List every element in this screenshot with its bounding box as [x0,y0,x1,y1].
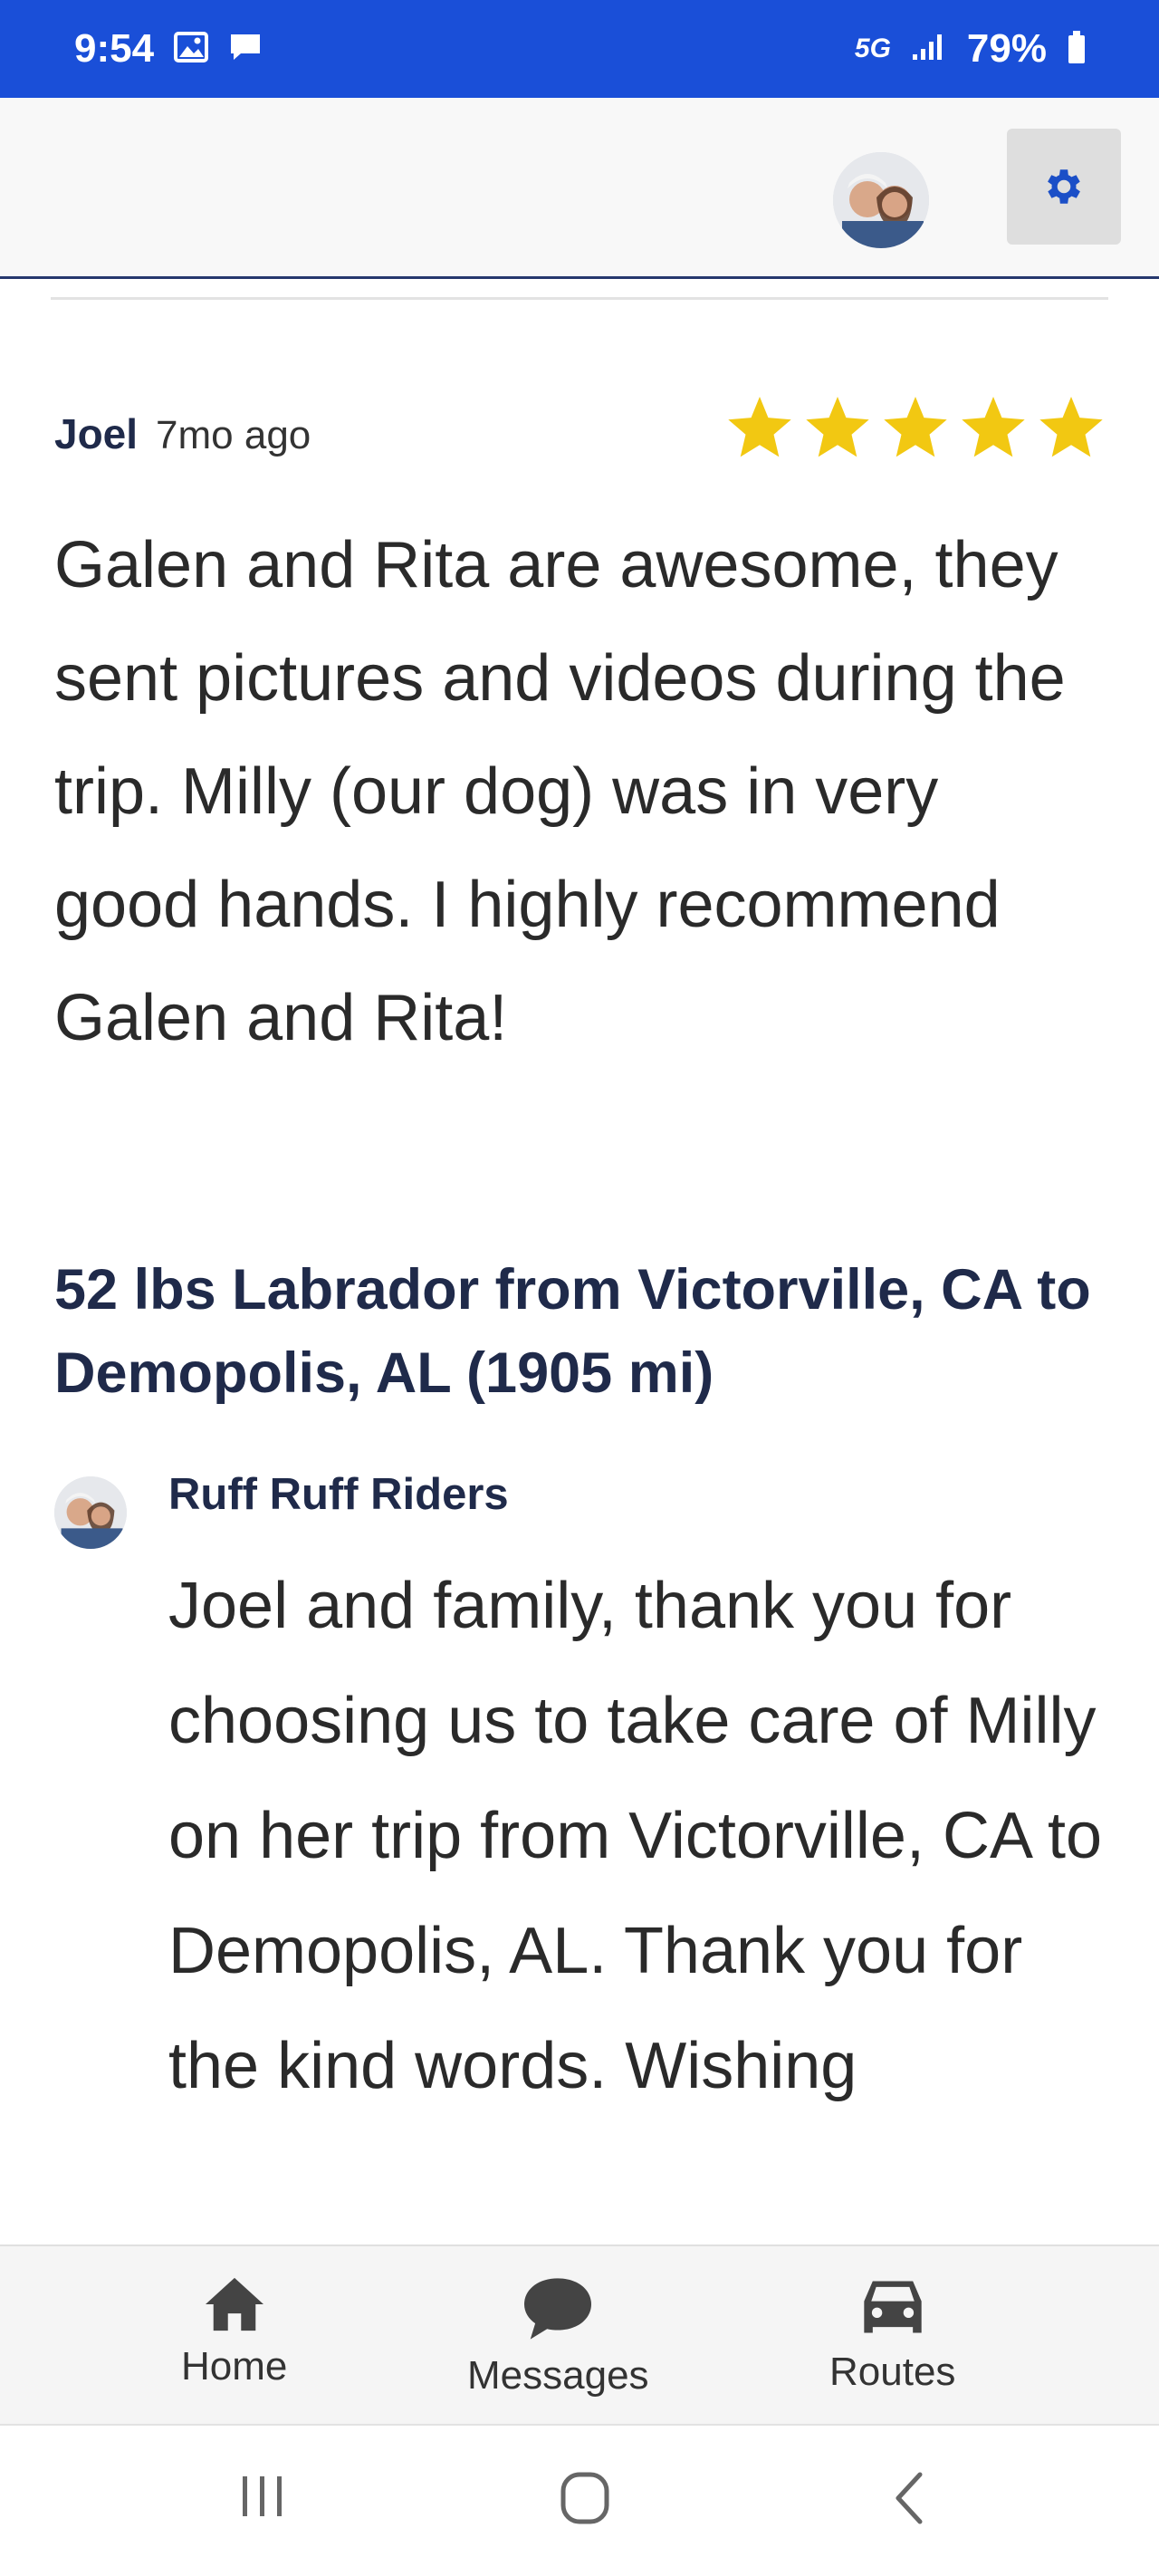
recent-apps-icon [243,2476,282,2516]
status-bar: 9:54 5G 79% [0,0,1159,98]
gear-icon [1048,169,1080,204]
reply-text: Joel and family, thank you for choosing … [168,1570,1103,2102]
status-time: 9:54 [74,26,155,71]
nav-messages[interactable]: Messages [467,2275,649,2398]
status-left: 9:54 [74,26,263,72]
star-icon [884,397,947,457]
review-timestamp: 7mo ago [156,413,311,457]
app-header [0,98,1159,279]
gallery-notification-icon [174,31,209,67]
star-icon [728,397,791,457]
nav-routes-label: Routes [829,2350,956,2394]
nav-routes[interactable]: Routes [829,2275,955,2395]
system-back-button[interactable] [887,2469,933,2532]
route-title[interactable]: 52 lbs Labrador from Victorville, CA to … [54,1248,1096,1415]
star-rating [726,397,1105,460]
home-icon [205,2277,263,2331]
review-meta: Joel 7mo ago [54,409,311,458]
chat-bubble-icon [524,2278,592,2340]
home-circle-icon [560,2472,609,2524]
system-nav-bar [0,2424,1159,2576]
battery-icon [1067,30,1087,69]
star-icon [962,397,1025,457]
star-icon [1039,397,1103,457]
bottom-nav: Home Messages Routes [0,2244,1159,2424]
reply-avatar [54,1476,127,1549]
content-divider [51,297,1108,300]
signal-icon [911,33,947,66]
status-right: 5G 79% [855,26,1087,72]
reply-author: Ruff Ruff Riders [168,1470,509,1519]
recent-apps-button[interactable] [237,2469,288,2528]
star-icon [806,397,869,457]
reviewer-name: Joel [54,410,139,457]
network-type: 5G [854,34,891,63]
battery-percent: 79% [966,26,1047,71]
back-chevron-icon [896,2472,923,2524]
nav-home[interactable]: Home [181,2275,287,2389]
nav-messages-label: Messages [467,2353,649,2398]
system-home-button[interactable] [556,2469,614,2532]
settings-button[interactable] [1007,129,1121,245]
message-notification-icon [228,32,263,67]
review-text: Galen and Rita are awesome, they sent pi… [54,529,1066,1054]
car-icon [864,2281,922,2333]
nav-home-label: Home [181,2344,288,2389]
profile-avatar[interactable] [833,152,929,248]
